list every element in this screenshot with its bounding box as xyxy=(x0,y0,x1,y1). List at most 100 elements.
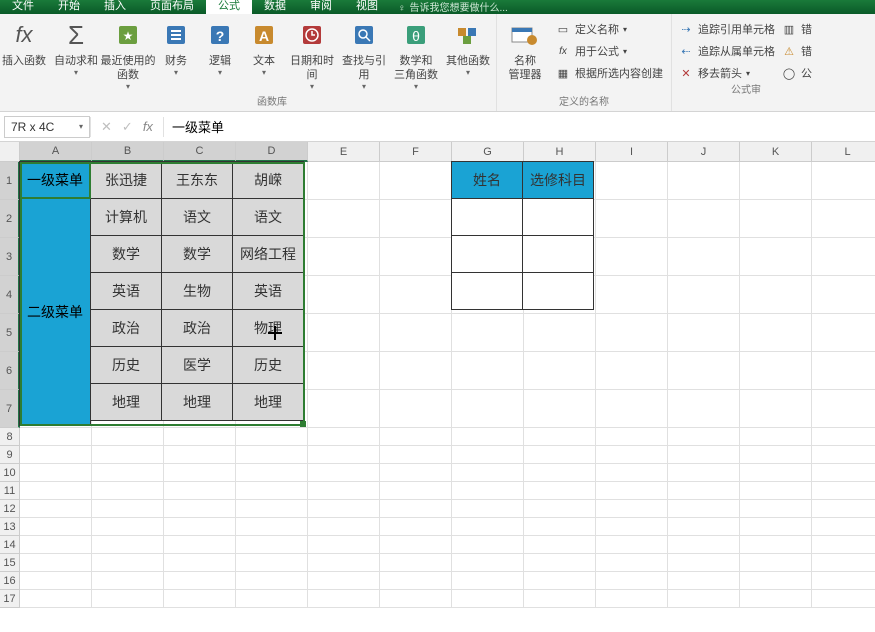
row-header-13[interactable]: 13 xyxy=(0,518,20,536)
cell-D5[interactable]: 物理 xyxy=(232,309,304,347)
text-button[interactable]: A 文本▾ xyxy=(242,16,286,96)
cell-D8[interactable] xyxy=(236,428,308,446)
cell-E12[interactable] xyxy=(308,500,380,518)
col-header-A[interactable]: A xyxy=(20,142,92,162)
cell-F11[interactable] xyxy=(380,482,452,500)
cell-I8[interactable] xyxy=(596,428,668,446)
cell-E14[interactable] xyxy=(308,536,380,554)
cell-F2[interactable] xyxy=(380,200,452,238)
more-functions-button[interactable]: 其他函数▾ xyxy=(442,16,494,96)
cell-L4[interactable] xyxy=(812,276,875,314)
cell-J17[interactable] xyxy=(668,590,740,608)
cell-K8[interactable] xyxy=(740,428,812,446)
cell-I2[interactable] xyxy=(596,200,668,238)
cell-J1[interactable] xyxy=(668,162,740,200)
cell-L15[interactable] xyxy=(812,554,875,572)
cell-I7[interactable] xyxy=(596,390,668,428)
row-header-15[interactable]: 15 xyxy=(0,554,20,572)
cell-J9[interactable] xyxy=(668,446,740,464)
cell-J2[interactable] xyxy=(668,200,740,238)
cell-D3[interactable]: 网络工程 xyxy=(232,235,304,273)
cell-B6[interactable]: 历史 xyxy=(90,346,162,384)
row-header-6[interactable]: 6 xyxy=(0,352,20,390)
cell-I13[interactable] xyxy=(596,518,668,536)
cell-F17[interactable] xyxy=(380,590,452,608)
cell-C3[interactable]: 数学 xyxy=(161,235,233,273)
evaluate-formula-button[interactable]: ◯公 xyxy=(781,62,812,84)
cell-K16[interactable] xyxy=(740,572,812,590)
cell-L3[interactable] xyxy=(812,238,875,276)
cell-L14[interactable] xyxy=(812,536,875,554)
cell-L12[interactable] xyxy=(812,500,875,518)
chevron-down-icon[interactable]: ▾ xyxy=(79,122,83,131)
cell-K5[interactable] xyxy=(740,314,812,352)
row-header-9[interactable]: 9 xyxy=(0,446,20,464)
cell-J6[interactable] xyxy=(668,352,740,390)
tab-file[interactable]: 文件 xyxy=(0,0,46,14)
cell-K14[interactable] xyxy=(740,536,812,554)
cell-H2[interactable] xyxy=(522,198,594,236)
cell-G14[interactable] xyxy=(452,536,524,554)
cell-F14[interactable] xyxy=(380,536,452,554)
col-header-K[interactable]: K xyxy=(740,142,812,162)
cell-H5[interactable] xyxy=(524,314,596,352)
cell-E8[interactable] xyxy=(308,428,380,446)
cell-K2[interactable] xyxy=(740,200,812,238)
tab-view[interactable]: 视图 xyxy=(344,0,390,14)
math-button[interactable]: θ 数学和 三角函数▾ xyxy=(390,16,442,96)
remove-arrows-button[interactable]: ✕移去箭头 ▾ xyxy=(678,62,775,84)
cell-C15[interactable] xyxy=(164,554,236,572)
cell-L2[interactable] xyxy=(812,200,875,238)
cell-K17[interactable] xyxy=(740,590,812,608)
row-header-4[interactable]: 4 xyxy=(0,276,20,314)
cell-B10[interactable] xyxy=(92,464,164,482)
cell-K11[interactable] xyxy=(740,482,812,500)
cell-J16[interactable] xyxy=(668,572,740,590)
name-manager-button[interactable]: 名称 管理器 xyxy=(499,16,551,96)
cell-L7[interactable] xyxy=(812,390,875,428)
cell-L10[interactable] xyxy=(812,464,875,482)
cell-C14[interactable] xyxy=(164,536,236,554)
cell-A13[interactable] xyxy=(20,518,92,536)
row-header-16[interactable]: 16 xyxy=(0,572,20,590)
cell-D2[interactable]: 语文 xyxy=(232,198,304,236)
enter-icon[interactable]: ✓ xyxy=(122,119,133,135)
cell-C13[interactable] xyxy=(164,518,236,536)
tab-data[interactable]: 数据 xyxy=(252,0,298,14)
cell-G11[interactable] xyxy=(452,482,524,500)
cell-C16[interactable] xyxy=(164,572,236,590)
cell-C8[interactable] xyxy=(164,428,236,446)
row-header-5[interactable]: 5 xyxy=(0,314,20,352)
cell-B8[interactable] xyxy=(92,428,164,446)
row-header-10[interactable]: 10 xyxy=(0,464,20,482)
cell-H1[interactable]: 选修科目 xyxy=(522,161,594,199)
cell-D1[interactable]: 胡嵘 xyxy=(232,161,304,199)
cell-C5[interactable]: 政治 xyxy=(161,309,233,347)
cell-H7[interactable] xyxy=(524,390,596,428)
cell-A11[interactable] xyxy=(20,482,92,500)
cell-I6[interactable] xyxy=(596,352,668,390)
cell-B15[interactable] xyxy=(92,554,164,572)
cell-B12[interactable] xyxy=(92,500,164,518)
cell-D16[interactable] xyxy=(236,572,308,590)
cell-H17[interactable] xyxy=(524,590,596,608)
tab-insert[interactable]: 插入 xyxy=(92,0,138,14)
financial-button[interactable]: 财务▾ xyxy=(154,16,198,96)
row-header-14[interactable]: 14 xyxy=(0,536,20,554)
col-header-I[interactable]: I xyxy=(596,142,668,162)
lookup-button[interactable]: 查找与引用▾ xyxy=(338,16,390,96)
cell-E15[interactable] xyxy=(308,554,380,572)
error-check-2-button[interactable]: ⚠错 xyxy=(781,40,812,62)
cell-H10[interactable] xyxy=(524,464,596,482)
cell-E6[interactable] xyxy=(308,352,380,390)
cell-H14[interactable] xyxy=(524,536,596,554)
cell-G15[interactable] xyxy=(452,554,524,572)
cell-D13[interactable] xyxy=(236,518,308,536)
cell-F12[interactable] xyxy=(380,500,452,518)
cell-D12[interactable] xyxy=(236,500,308,518)
cell-C1[interactable]: 王东东 xyxy=(161,161,233,199)
cell-B9[interactable] xyxy=(92,446,164,464)
cell-B1[interactable]: 张迅捷 xyxy=(90,161,162,199)
cell-F3[interactable] xyxy=(380,238,452,276)
row-header-3[interactable]: 3 xyxy=(0,238,20,276)
